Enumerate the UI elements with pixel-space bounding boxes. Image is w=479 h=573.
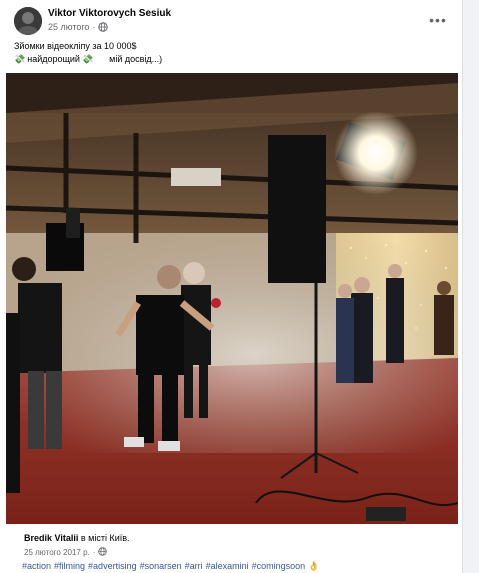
post-header: Viktor Viktorovych Sesiuk 25 лютого · ••… xyxy=(14,7,452,37)
more-options-icon[interactable]: ••• xyxy=(426,9,450,31)
shared-author-name[interactable]: Bredik Vitalii xyxy=(24,533,78,543)
hashtag[interactable]: #arri xyxy=(185,561,203,572)
shared-meta: 25 лютого 2017 р. · xyxy=(24,547,108,557)
post-date[interactable]: 25 лютого xyxy=(48,22,89,32)
hashtag[interactable]: #comingsoon xyxy=(252,561,306,572)
post-photo[interactable] xyxy=(6,73,458,524)
shared-post-info: Bredik Vitalii в місті Київ. 25 лютого 2… xyxy=(14,525,450,561)
post-text-word: найдорощий xyxy=(27,54,80,64)
ok-hand-icon: 👌 xyxy=(308,561,320,571)
money-with-wings-icon: 💸 xyxy=(14,54,26,64)
shared-author: Bredik Vitalii в місті Київ. xyxy=(24,533,130,543)
money-with-wings-icon: 💸 xyxy=(81,54,94,64)
shared-separator: · xyxy=(92,547,96,557)
meta-separator: · xyxy=(92,22,96,32)
hashtag[interactable]: #action xyxy=(22,561,51,572)
post-text-line-1: Зйомки відеокліпу за 10 000$ xyxy=(14,41,137,51)
hashtag-list: #action #filming #advertising #sonarsen … xyxy=(22,561,319,572)
author-name[interactable]: Viktor Viktorovych Sesiuk xyxy=(48,8,171,19)
globe-icon xyxy=(98,547,108,557)
hashtag[interactable]: #advertising xyxy=(88,561,137,572)
hashtag[interactable]: #sonarsen xyxy=(140,561,182,572)
post-meta: 25 лютого · xyxy=(48,22,109,32)
author-avatar[interactable] xyxy=(14,7,42,35)
shared-location: в місті Київ. xyxy=(78,533,130,543)
globe-icon xyxy=(98,22,109,32)
shared-date[interactable]: 25 лютого 2017 р. xyxy=(24,548,90,557)
post-text-line-2: 💸 найдорощий 💸 мій досвід...) xyxy=(14,53,450,66)
post-text: Зйомки відеокліпу за 10 000$ 💸 найдорощи… xyxy=(14,40,450,66)
post-text-tail: мій досвід...) xyxy=(109,54,163,64)
hashtag[interactable]: #filming xyxy=(54,561,85,572)
post-card: Viktor Viktorovych Sesiuk 25 лютого · ••… xyxy=(0,0,463,573)
hashtag[interactable]: #alexamini xyxy=(206,561,249,572)
